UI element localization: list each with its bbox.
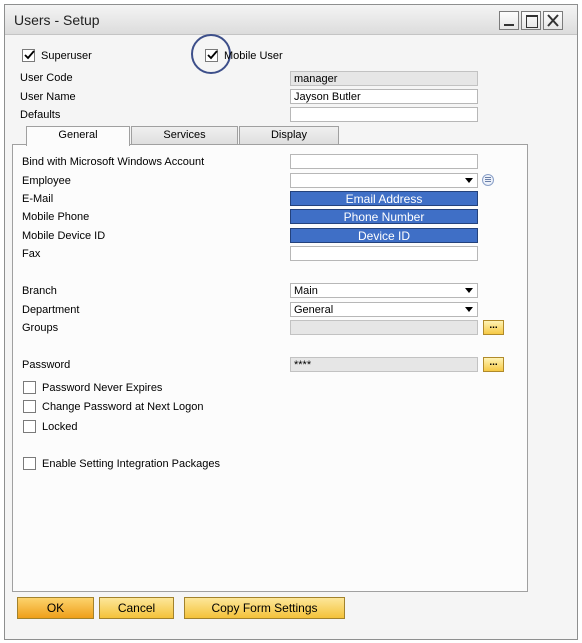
fax-field[interactable] [290, 246, 478, 261]
groups-browse-button[interactable]: ... [483, 320, 504, 335]
change-password-label: Change Password at Next Logon [42, 401, 204, 413]
mobile-user-checkbox[interactable] [205, 49, 218, 62]
employee-dropdown[interactable] [290, 173, 478, 188]
mobile-device-id-field[interactable]: Device ID [290, 228, 478, 243]
email-label: E-Mail [22, 193, 54, 205]
close-icon[interactable] [543, 11, 563, 30]
mobile-device-id-label: Mobile Device ID [22, 230, 106, 242]
employee-link-icon[interactable] [482, 174, 494, 186]
employee-label: Employee [22, 175, 71, 187]
minimize-icon[interactable] [499, 11, 519, 30]
mobile-phone-label: Mobile Phone [22, 211, 90, 223]
branch-dropdown[interactable]: Main [290, 283, 478, 298]
groups-label: Groups [22, 322, 59, 334]
password-never-expires-label: Password Never Expires [42, 382, 163, 394]
tab-services[interactable]: Services [131, 126, 238, 145]
tab-display[interactable]: Display [239, 126, 339, 145]
change-password-checkbox[interactable] [23, 400, 36, 413]
password-never-expires-checkbox[interactable] [23, 381, 36, 394]
superuser-label: Superuser [41, 50, 92, 62]
user-code-field[interactable]: manager [290, 71, 478, 86]
window-title: Users - Setup [14, 12, 100, 28]
locked-checkbox[interactable] [23, 420, 36, 433]
ok-button[interactable]: OK [17, 597, 94, 619]
defaults-label: Defaults [20, 109, 61, 121]
password-field[interactable]: **** [290, 357, 478, 372]
password-label: Password [22, 359, 71, 371]
user-name-field[interactable]: Jayson Butler [290, 89, 478, 104]
password-browse-button[interactable]: ... [483, 357, 504, 372]
fax-label: Fax [22, 248, 41, 260]
enable-integration-label: Enable Setting Integration Packages [42, 458, 220, 470]
locked-label: Locked [42, 421, 78, 433]
mobile-user-label: Mobile User [224, 50, 283, 62]
enable-integration-checkbox[interactable] [23, 457, 36, 470]
email-field[interactable]: Email Address [290, 191, 478, 206]
mobile-phone-field[interactable]: Phone Number [290, 209, 478, 224]
cancel-button[interactable]: Cancel [99, 597, 174, 619]
groups-field[interactable] [290, 320, 478, 335]
department-label: Department [22, 304, 80, 316]
defaults-field[interactable] [290, 107, 478, 122]
bind-windows-label: Bind with Microsoft Windows Account [22, 156, 205, 168]
user-code-label: User Code [20, 72, 73, 84]
copy-form-settings-button[interactable]: Copy Form Settings [184, 597, 345, 619]
superuser-checkbox[interactable] [22, 49, 35, 62]
user-name-label: User Name [20, 91, 76, 103]
branch-label: Branch [22, 285, 57, 297]
department-dropdown[interactable]: General [290, 302, 478, 317]
tab-general[interactable]: General [26, 126, 130, 146]
maximize-icon[interactable] [521, 11, 541, 30]
title-bar[interactable]: Users - Setup [5, 5, 577, 35]
bind-windows-field[interactable] [290, 154, 478, 169]
